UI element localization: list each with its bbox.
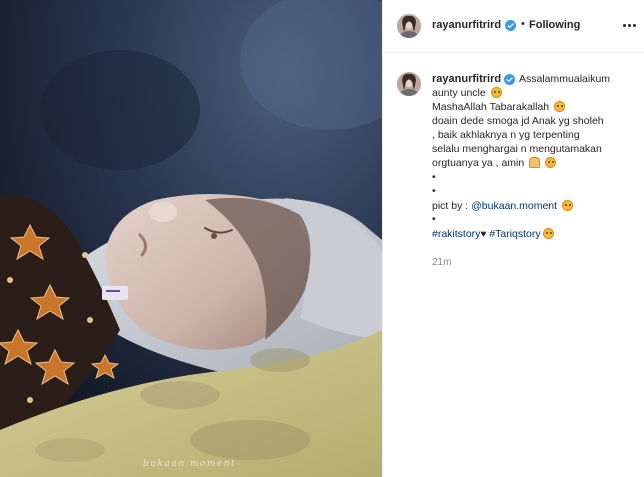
caption-bullet: • <box>432 185 436 197</box>
caption-username[interactable]: rayanurfitrird <box>432 73 501 85</box>
caption-text: Assalammualaikum <box>519 73 611 85</box>
caption-avatar[interactable] <box>397 72 421 96</box>
verified-badge-icon <box>505 20 516 31</box>
praying-hands-emoji-icon <box>529 157 541 168</box>
smiling-face-emoji-icon <box>542 228 554 239</box>
ellipsis-dot <box>623 23 626 27</box>
caption-line: selalu menghargai n mengutamakan <box>432 143 602 156</box>
caption-text: , baik akhlaknya n yg terpenting <box>432 129 580 141</box>
hashtag-link[interactable]: #rakitstory <box>432 228 480 240</box>
avatar[interactable] <box>397 14 421 38</box>
header-username[interactable]: rayanurfitrird <box>432 19 501 31</box>
heart-icon: ♥ <box>480 229 487 240</box>
caption-text: MashaAllah Tabarakallah <box>432 101 550 113</box>
newborn-photo-illustration <box>0 0 382 477</box>
caption-line: Assalammualaikum <box>519 73 610 86</box>
caption-text: aunty uncle <box>432 87 486 99</box>
separator-dot: • <box>521 18 525 30</box>
ellipsis-dot <box>628 23 631 27</box>
hashtag-link[interactable]: #Tariqstory <box>489 228 540 240</box>
ellipsis-dot <box>633 23 636 27</box>
smiling-face-emoji-icon <box>545 157 557 168</box>
post-photo[interactable]: bukaan.moment <box>0 0 382 477</box>
caption-line: , baik akhlaknya n yg terpenting <box>432 129 580 142</box>
verified-badge-icon <box>504 73 515 85</box>
smiling-face-emoji-icon <box>490 87 502 98</box>
caption-line: doain dede smoga jd Anak yg sholeh <box>432 115 604 128</box>
mention-link[interactable]: @bukaan.moment <box>471 200 557 212</box>
caption-line: orgtuanya ya , amin <box>432 157 557 170</box>
ellipsis-icon[interactable] <box>623 19 641 31</box>
caption-text: doain dede smoga jd Anak yg sholeh <box>432 115 604 127</box>
caption-text: selalu menghargai n mengutamakan <box>432 143 602 155</box>
caption-text: orgtuanya ya , amin <box>432 157 525 169</box>
caption-line: MashaAllah Tabarakallah <box>432 101 566 114</box>
caption-bullet: • <box>432 171 436 183</box>
caption-line: pict by : @bukaan.moment <box>432 200 573 213</box>
smiling-face-emoji-icon <box>554 101 566 112</box>
instagram-post: bukaan.moment rayanurfitrird • Following <box>0 0 644 477</box>
caption-bullet: • <box>432 213 436 225</box>
smiling-face-emoji-icon <box>562 200 573 211</box>
post-side-panel: rayanurfitrird • Following rayanurfitrir… <box>382 0 644 477</box>
post-timestamp[interactable]: 21m <box>432 257 451 268</box>
avatar-image <box>397 72 421 96</box>
avatar-image <box>397 14 421 38</box>
photo-watermark: bukaan.moment <box>143 459 237 469</box>
caption-line: #rakitstory♥ #Tariqstory <box>432 228 554 241</box>
following-button[interactable]: Following <box>529 19 580 31</box>
post-header: rayanurfitrird • Following <box>383 0 644 53</box>
caption-line: aunty uncle <box>432 87 502 100</box>
caption-text: pict by : <box>432 200 472 212</box>
